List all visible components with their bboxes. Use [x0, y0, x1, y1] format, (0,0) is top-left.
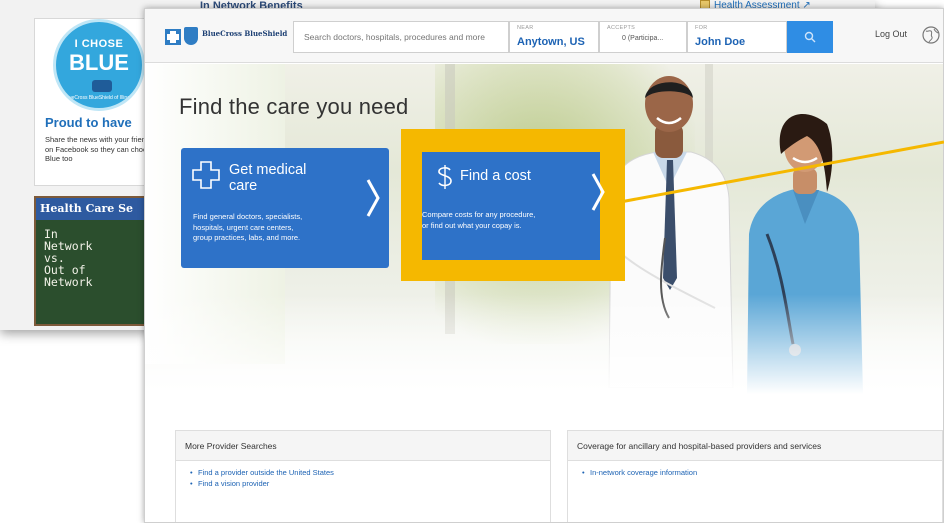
medical-cross-icon: [192, 161, 220, 189]
link-list: Find a provider outside the United State…: [176, 461, 550, 489]
get-medical-care-card[interactable]: Get medical care Find general doctors, s…: [181, 148, 389, 268]
dollar-icon: [438, 165, 452, 189]
logout-link[interactable]: Log Out: [875, 29, 907, 39]
card-description: Compare costs for any procedure, or find…: [422, 210, 536, 230]
more-provider-searches-panel: More Provider Searches Find a provider o…: [175, 430, 551, 522]
accepts-field[interactable]: ACCEPTS 0 (Participa...: [599, 21, 687, 53]
panel-title: Coverage for ancillary and hospital-base…: [568, 431, 942, 461]
language-globe-icon[interactable]: [921, 25, 941, 45]
in-network-coverage-link[interactable]: In-network coverage information: [582, 467, 942, 478]
screen: In Network Benefits Health Assessment ↗ …: [0, 0, 944, 523]
link-list: In-network coverage information: [568, 461, 942, 478]
main-window: BlueCross BlueShield NEAR Anytown, US AC…: [144, 8, 944, 523]
vision-provider-link[interactable]: Find a vision provider: [190, 478, 550, 489]
i-chose-blue-badge: I CHOSE BLUE BlueCross BlueShield of Ill…: [53, 19, 145, 111]
chevron-right-icon: [591, 173, 605, 211]
chevron-right-icon: [366, 179, 380, 217]
chalkboard-text: In Network vs. Out of Network: [44, 227, 93, 289]
bcbs-cross-icon: [165, 29, 181, 45]
outside-us-link[interactable]: Find a provider outside the United State…: [190, 467, 550, 478]
panel-title: More Provider Searches: [176, 431, 550, 461]
search-button[interactable]: [787, 21, 833, 53]
page-title: Find the care you need: [179, 94, 409, 119]
near-field[interactable]: NEAR Anytown, US: [509, 21, 599, 53]
hero-fade: [145, 294, 943, 419]
bcbs-logo-icon: [92, 80, 112, 92]
find-a-cost-card[interactable]: Find a cost Compare costs for any proced…: [422, 152, 605, 260]
search-input[interactable]: [293, 21, 509, 53]
card-title: Find a cost: [460, 168, 531, 184]
card-description: Find general doctors, specialists, hospi…: [193, 212, 303, 242]
bcbs-shield-icon: [184, 27, 198, 45]
proud-title: Proud to have: [45, 115, 132, 130]
card-title: Get medical care: [229, 162, 307, 194]
header: BlueCross BlueShield NEAR Anytown, US AC…: [145, 9, 943, 63]
for-field[interactable]: FOR John Doe: [687, 21, 787, 53]
logo-text: BlueCross BlueShield: [202, 29, 288, 38]
hero: Find the care you need Get medical care …: [145, 64, 943, 419]
coverage-panel: Coverage for ancillary and hospital-base…: [567, 430, 943, 522]
search-icon: [804, 31, 816, 43]
